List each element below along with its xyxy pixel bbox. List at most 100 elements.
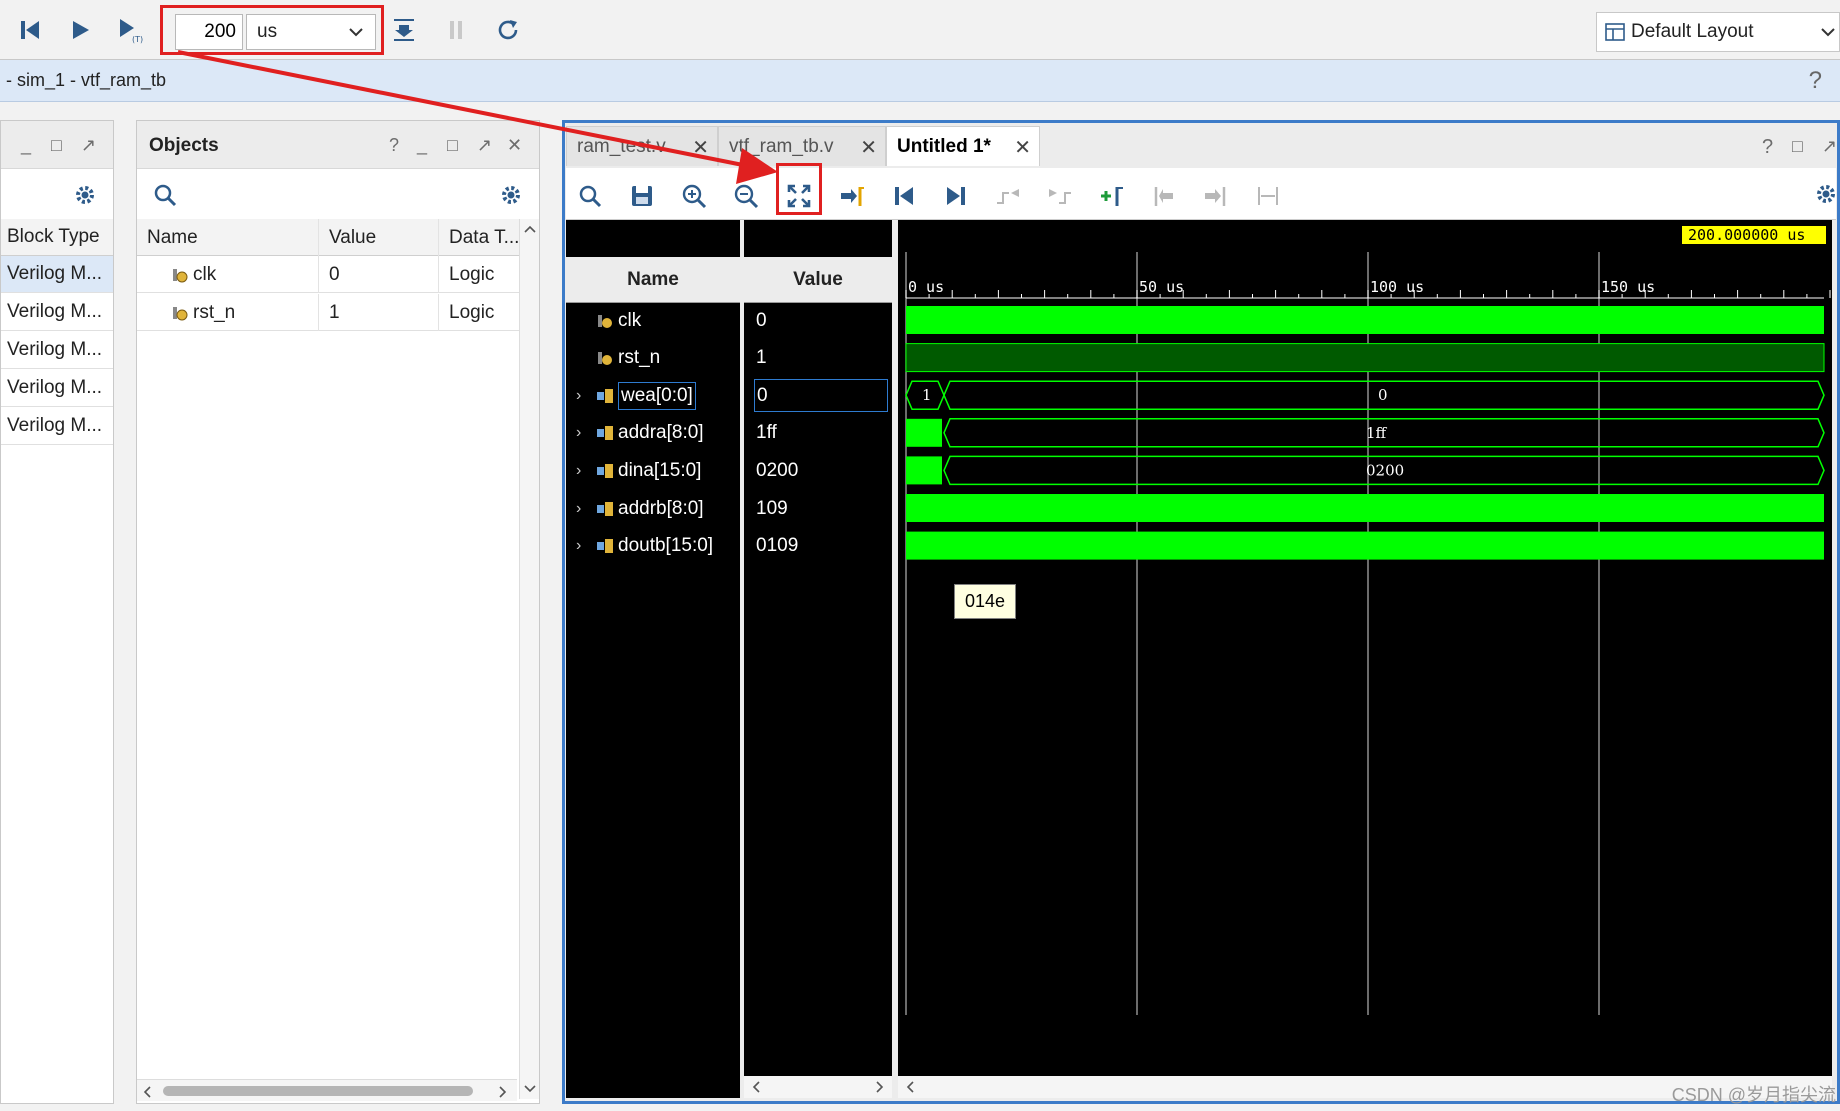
zoom-in-button[interactable] xyxy=(676,178,712,214)
zoom-out-icon xyxy=(734,184,759,209)
restart-sim-button[interactable] xyxy=(12,12,48,48)
bus-dense-segment xyxy=(906,456,942,485)
chevron-right-icon[interactable]: › xyxy=(576,462,581,480)
time-tick-label: 0 us xyxy=(908,278,944,296)
minimize-icon[interactable]: _ xyxy=(21,135,31,156)
horizontal-scrollbar[interactable] xyxy=(137,1079,517,1101)
goto-end-button[interactable] xyxy=(938,178,974,214)
search-icon xyxy=(579,185,602,208)
chevron-left-icon[interactable] xyxy=(750,1080,762,1094)
help-icon[interactable]: ? xyxy=(1809,67,1822,95)
block-type-label: Verilog M... xyxy=(7,377,103,398)
help-icon[interactable]: ? xyxy=(389,135,399,156)
goto-start-button[interactable] xyxy=(886,178,922,214)
wave-search-button[interactable] xyxy=(572,178,608,214)
chevron-right-icon[interactable] xyxy=(497,1085,509,1099)
step-down-icon xyxy=(394,19,414,41)
chevron-right-icon[interactable]: › xyxy=(576,424,581,442)
run-for-time-button[interactable]: (T) xyxy=(112,12,148,48)
tab-ram-test[interactable]: ram_test.v ✕ xyxy=(566,126,718,166)
float-icon[interactable]: ↗ xyxy=(477,135,492,156)
signal-row-rst_n[interactable]: rst_n xyxy=(566,340,740,377)
list-item[interactable]: Verilog M... xyxy=(1,256,113,293)
tab-untitled-1[interactable]: Untitled 1* ✕ xyxy=(886,126,1040,166)
name-column-header[interactable]: Name xyxy=(137,219,319,256)
close-icon[interactable]: ✕ xyxy=(507,135,522,156)
list-item[interactable]: Verilog M... xyxy=(1,408,113,445)
signal-row-addrb[interactable]: › addrb[8:0] xyxy=(566,490,740,527)
time-unit-select[interactable]: us xyxy=(246,14,376,50)
prev-marker-button[interactable] xyxy=(1146,178,1182,214)
float-icon[interactable]: ↗ xyxy=(1822,136,1837,157)
pause-icon xyxy=(450,21,462,39)
next-marker-button[interactable] xyxy=(1198,178,1234,214)
values-scrollbar[interactable] xyxy=(744,1076,892,1098)
bus-signal-icon xyxy=(597,501,613,516)
table-row[interactable]: rst_n 1 Logic xyxy=(137,294,521,331)
add-marker-button[interactable] xyxy=(1094,178,1130,214)
block-type-label: Verilog M... xyxy=(7,301,103,322)
step-button[interactable] xyxy=(386,12,422,48)
name-column-header[interactable]: Name xyxy=(566,257,740,303)
list-item[interactable]: Verilog M... xyxy=(1,370,113,407)
goto-cursor-button[interactable] xyxy=(834,178,870,214)
search-icon[interactable] xyxy=(153,183,177,207)
run-time-input[interactable] xyxy=(175,14,243,50)
refresh-icon xyxy=(498,20,518,40)
signal-row-addra[interactable]: › addra[8:0] xyxy=(566,415,740,452)
gear-icon[interactable] xyxy=(499,183,523,207)
chevron-right-icon[interactable]: › xyxy=(576,500,581,518)
chevron-right-icon[interactable]: › xyxy=(576,537,581,555)
chevron-left-icon[interactable] xyxy=(904,1080,916,1094)
next-transition-button[interactable] xyxy=(1042,178,1078,214)
run-all-button[interactable] xyxy=(62,12,98,48)
swap-cursors-button[interactable] xyxy=(1250,178,1286,214)
minimize-icon[interactable]: _ xyxy=(417,135,427,156)
tab-vtf-ram-tb[interactable]: vtf_ram_tb.v ✕ xyxy=(718,126,886,166)
waveform-svg: 200.000000 us 0 us 50 us 100 us 150 us 1 0 1ff 0… xyxy=(905,226,1831,1015)
tab-label: ram_test.v xyxy=(577,135,666,157)
signal-row-wea[interactable]: › wea[0:0] xyxy=(566,377,740,414)
tab-label: Untitled 1* xyxy=(897,135,991,157)
signal-row-clk[interactable]: clk xyxy=(566,302,740,339)
waveform-canvas[interactable]: 200.000000 us 0 us 50 us 100 us 150 us 1 0 1ff 0… xyxy=(898,220,1832,1076)
signal-row-doutb[interactable]: › doutb[15:0] xyxy=(566,528,740,565)
value-column-header[interactable]: Value xyxy=(319,219,439,256)
object-type: Logic xyxy=(439,256,521,293)
zoom-fit-button[interactable] xyxy=(781,178,817,214)
float-icon[interactable]: ↗ xyxy=(81,135,96,156)
close-icon[interactable]: ✕ xyxy=(860,135,877,160)
pause-button[interactable] xyxy=(438,12,474,48)
scrollbar-thumb[interactable] xyxy=(163,1086,473,1096)
close-icon[interactable]: ✕ xyxy=(692,135,709,160)
chevron-left-icon[interactable] xyxy=(141,1085,153,1099)
chevron-right-icon[interactable] xyxy=(874,1080,886,1094)
gear-icon[interactable] xyxy=(73,183,97,207)
signal-row-dina[interactable]: › dina[15:0] xyxy=(566,452,740,489)
list-item[interactable]: Verilog M... xyxy=(1,332,113,369)
gear-icon[interactable] xyxy=(1814,182,1838,206)
vertical-scrollbar[interactable] xyxy=(519,219,539,1099)
layout-select[interactable]: Default Layout xyxy=(1596,12,1840,52)
chevron-up-icon[interactable] xyxy=(523,223,537,235)
relaunch-button[interactable] xyxy=(490,12,526,48)
maximize-icon[interactable]: □ xyxy=(51,135,62,156)
maximize-icon[interactable]: □ xyxy=(447,135,458,156)
value-column-header[interactable]: Value xyxy=(744,257,892,303)
zoom-out-button[interactable] xyxy=(728,178,764,214)
signal-input-icon xyxy=(598,314,612,328)
signal-name: wea[0:0] xyxy=(618,381,696,410)
help-icon[interactable]: ? xyxy=(1762,136,1773,159)
prev-transition-button[interactable] xyxy=(990,178,1026,214)
chevron-down-icon[interactable] xyxy=(523,1083,537,1095)
tab-label: vtf_ram_tb.v xyxy=(729,135,834,157)
close-icon[interactable]: ✕ xyxy=(1014,135,1031,160)
save-button[interactable] xyxy=(624,178,660,214)
table-row[interactable]: clk 0 Logic xyxy=(137,256,521,293)
maximize-icon[interactable]: □ xyxy=(1792,136,1803,157)
clk-wave xyxy=(906,306,1824,334)
list-item[interactable]: Verilog M... xyxy=(1,294,113,331)
chevron-right-icon[interactable]: › xyxy=(576,387,581,405)
play-icon xyxy=(73,21,89,39)
type-column-header[interactable]: Data T... xyxy=(439,219,521,256)
